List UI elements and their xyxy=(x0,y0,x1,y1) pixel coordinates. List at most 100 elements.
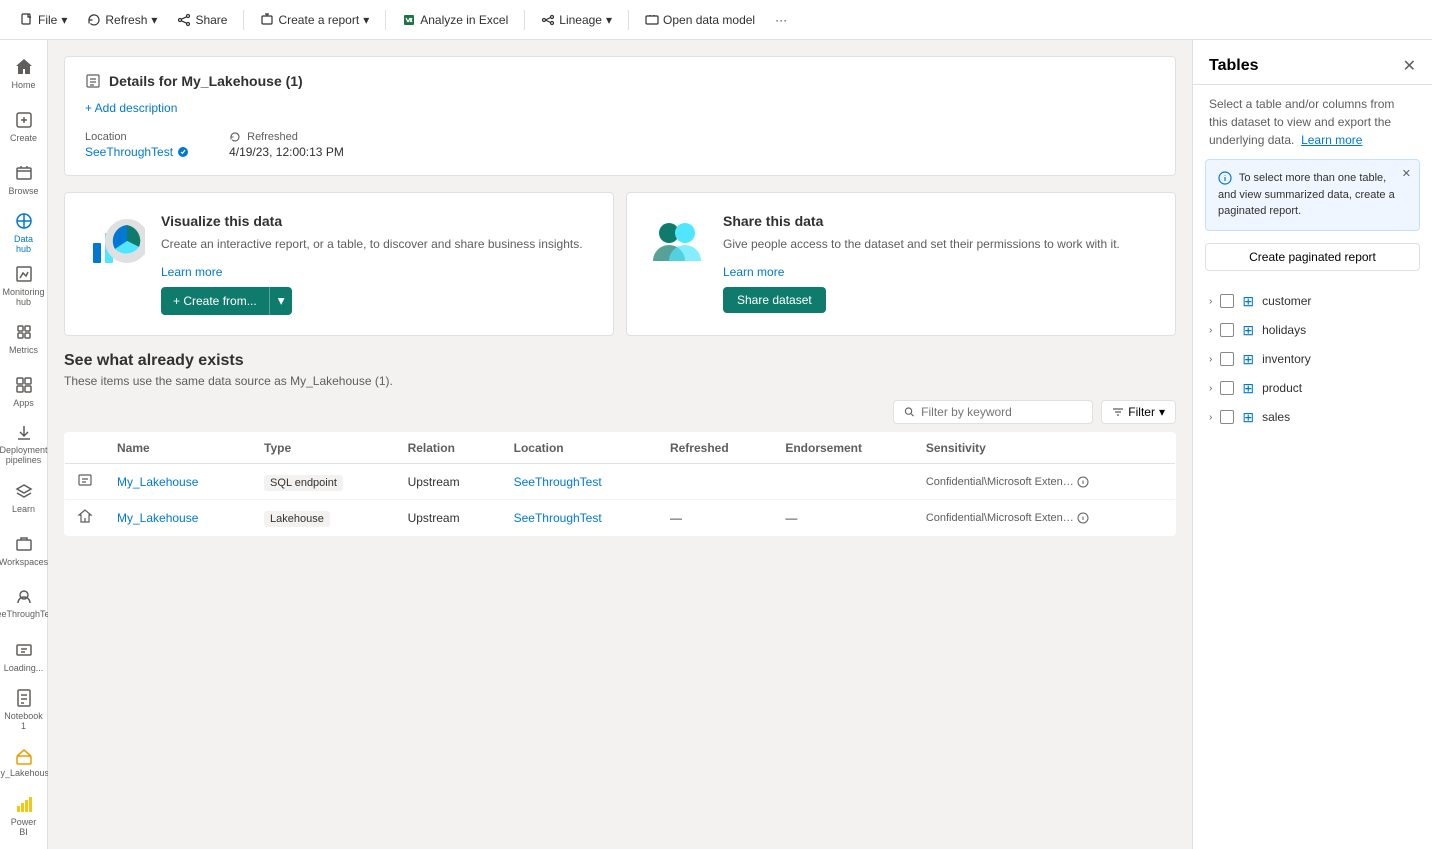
row-icon xyxy=(65,500,106,536)
share-icon xyxy=(647,213,707,273)
right-panel-learn-more[interactable]: Learn more xyxy=(1301,133,1362,147)
visualize-card: Visualize this data Create an interactiv… xyxy=(64,192,614,336)
create-from-split-button[interactable]: + Create from... ▾ xyxy=(161,287,292,315)
table-list-item[interactable]: › ⊞ sales xyxy=(1193,403,1432,432)
toolbar-separator xyxy=(243,10,244,30)
row-name[interactable]: My_Lakehouse xyxy=(105,464,252,500)
add-description[interactable]: + Add description xyxy=(85,101,1155,115)
info-banner: To select more than one table, and view … xyxy=(1205,159,1420,231)
create-from-button[interactable]: + Create from... xyxy=(161,287,269,315)
info-icon xyxy=(1218,171,1232,185)
create-paginated-button[interactable]: Create paginated report xyxy=(1205,243,1420,271)
row-location[interactable]: SeeThroughTest xyxy=(502,464,658,500)
table-list-item[interactable]: › ⊞ customer xyxy=(1193,287,1432,316)
dataset-icon xyxy=(85,73,101,89)
sidebar-item-metrics[interactable]: Metrics xyxy=(4,313,44,364)
row-location[interactable]: SeeThroughTest xyxy=(502,500,658,536)
sidebar-item-workspaces[interactable]: Workspaces xyxy=(4,525,44,576)
sidebar-item-create[interactable]: Create xyxy=(4,101,44,152)
table-row[interactable]: My_Lakehouse Lakehouse Upstream SeeThrou… xyxy=(65,500,1176,536)
table-checkbox[interactable] xyxy=(1220,294,1234,308)
create-from-dropdown[interactable]: ▾ xyxy=(269,287,293,315)
refresh-button[interactable]: Refresh ▾ xyxy=(79,9,165,31)
row-type: SQL endpoint xyxy=(252,464,396,500)
table-checkbox[interactable] xyxy=(1220,352,1234,366)
sidebar-item-mylakehouse[interactable]: My_Lakehouse xyxy=(4,737,44,788)
share-learn-more[interactable]: Learn more xyxy=(723,265,1120,279)
row-relation: Upstream xyxy=(396,464,502,500)
more-button[interactable]: ··· xyxy=(767,9,795,31)
chevron-icon: › xyxy=(1209,383,1212,394)
right-panel-desc: Select a table and/or columns from this … xyxy=(1193,85,1432,159)
row-type: Lakehouse xyxy=(252,500,396,536)
row-endorsement xyxy=(773,464,913,500)
col-refreshed: Refreshed xyxy=(658,433,773,464)
share-card: Share this data Give people access to th… xyxy=(626,192,1176,336)
table-list-item[interactable]: › ⊞ product xyxy=(1193,374,1432,403)
search-box[interactable] xyxy=(893,400,1093,424)
table-name: inventory xyxy=(1262,352,1311,366)
row-sensitivity: Confidential\Microsoft Exten… xyxy=(914,464,1176,500)
file-button[interactable]: File ▾ xyxy=(12,9,75,31)
visualize-learn-more[interactable]: Learn more xyxy=(161,265,583,279)
share-dataset-button[interactable]: Share dataset xyxy=(723,287,826,313)
share-button[interactable]: Share xyxy=(169,9,235,31)
sidebar-item-learn[interactable]: Learn xyxy=(4,472,44,523)
details-header: Details for My_Lakehouse (1) xyxy=(85,73,1155,89)
visualize-icon xyxy=(85,213,145,273)
banner-close-icon[interactable]: ✕ xyxy=(1402,166,1411,183)
existing-items-table: Name Type Relation Location Refreshed En… xyxy=(64,432,1176,536)
table-checkbox[interactable] xyxy=(1220,381,1234,395)
table-name: holidays xyxy=(1262,323,1306,337)
sidebar-item-seethrough[interactable]: SeeThroughTest xyxy=(4,578,44,629)
sidebar-item-monitoring[interactable]: Monitoring hub xyxy=(4,260,44,311)
table-checkbox[interactable] xyxy=(1220,410,1234,424)
sidebar-item-notebook[interactable]: Notebook 1 xyxy=(4,684,44,735)
sidebar-item-browse[interactable]: Browse xyxy=(4,154,44,205)
sidebar-item-loading[interactable]: Loading... xyxy=(4,631,44,682)
sidebar-item-datahub[interactable]: Data hub xyxy=(4,207,44,258)
sidebar-item-home[interactable]: Home xyxy=(4,48,44,99)
share-title: Share this data xyxy=(723,213,1120,229)
table-checkbox[interactable] xyxy=(1220,323,1234,337)
open-data-model-button[interactable]: Open data model xyxy=(637,9,763,31)
right-panel-title: Tables xyxy=(1209,57,1259,75)
meta-row: Location SeeThroughTest Refreshed xyxy=(85,131,1155,159)
table-list-item[interactable]: › ⊞ holidays xyxy=(1193,316,1432,345)
row-icon xyxy=(65,464,106,500)
row-name[interactable]: My_Lakehouse xyxy=(105,500,252,536)
table-icon: ⊞ xyxy=(1242,351,1254,368)
table-row[interactable]: My_Lakehouse SQL endpoint Upstream SeeTh… xyxy=(65,464,1176,500)
col-sensitivity: Sensitivity xyxy=(914,433,1176,464)
col-type: Type xyxy=(252,433,396,464)
table-name: sales xyxy=(1262,410,1290,424)
location-meta: Location SeeThroughTest xyxy=(85,131,189,159)
col-location: Location xyxy=(502,433,658,464)
sidebar-item-apps[interactable]: Apps xyxy=(4,366,44,417)
main-layout: Home Create Browse Data hub Monitoring h… xyxy=(0,40,1432,849)
create-report-button[interactable]: Create a report ▾ xyxy=(252,9,377,31)
col-relation: Relation xyxy=(396,433,502,464)
row-sensitivity: Confidential\Microsoft Exten… xyxy=(914,500,1176,536)
search-input[interactable] xyxy=(921,405,1082,419)
chevron-icon: › xyxy=(1209,354,1212,365)
lineage-button[interactable]: Lineage ▾ xyxy=(533,9,620,31)
visualize-content: Visualize this data Create an interactiv… xyxy=(161,213,583,315)
refreshed-value: 4/19/23, 12:00:13 PM xyxy=(229,145,344,159)
col-icon xyxy=(65,433,106,464)
details-title: Details for My_Lakehouse (1) xyxy=(109,73,303,89)
details-card: Details for My_Lakehouse (1) + Add descr… xyxy=(64,56,1176,176)
share-desc: Give people access to the dataset and se… xyxy=(723,235,1120,253)
location-value[interactable]: SeeThroughTest xyxy=(85,145,173,159)
analyze-excel-button[interactable]: Analyze in Excel xyxy=(394,9,516,31)
filter-bar: Filter ▾ xyxy=(64,400,1176,424)
row-endorsement: — xyxy=(773,500,913,536)
filter-button[interactable]: Filter ▾ xyxy=(1101,400,1176,424)
toolbar-separator-2 xyxy=(385,10,386,30)
right-panel-close[interactable]: ✕ xyxy=(1403,56,1416,76)
sidebar-item-deployment[interactable]: Deployment pipelines xyxy=(4,419,44,470)
table-list-item[interactable]: › ⊞ inventory xyxy=(1193,345,1432,374)
right-panel: Tables ✕ Select a table and/or columns f… xyxy=(1192,40,1432,849)
search-icon xyxy=(904,406,915,418)
section-subtitle: These items use the same data source as … xyxy=(64,374,1176,388)
